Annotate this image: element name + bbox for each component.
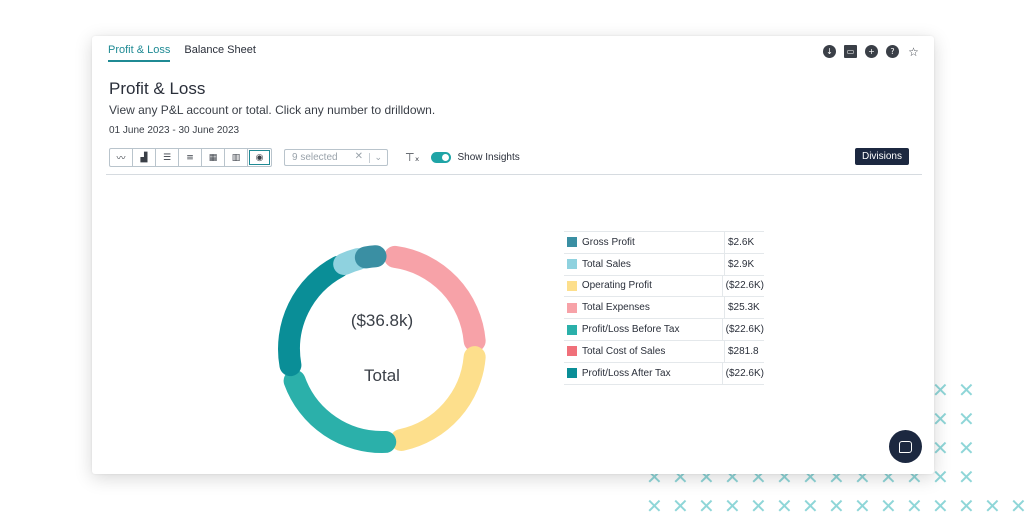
presentation-icon[interactable]: ▭ bbox=[844, 45, 857, 58]
series-select-value: 9 selected bbox=[292, 152, 338, 163]
legend-row[interactable]: Profit/Loss After Tax ($22.6K) bbox=[564, 362, 764, 385]
donut-slice-gross-profit[interactable] bbox=[354, 245, 387, 269]
decorative-x-mark: ✕ bbox=[932, 436, 949, 460]
clear-filter-icon[interactable]: ⊤ₓ bbox=[405, 151, 419, 164]
decorative-x-mark: ✕ bbox=[958, 378, 975, 402]
sorted-bar-icon[interactable]: ≡ bbox=[179, 149, 202, 166]
legend-label: Profit/Loss After Tax bbox=[581, 367, 671, 379]
donut-icon[interactable]: ◉ bbox=[248, 149, 271, 166]
decorative-x-mark: ✕ bbox=[828, 494, 845, 512]
legend-label: Total Expenses bbox=[582, 302, 650, 314]
decorative-x-mark: ✕ bbox=[880, 494, 897, 512]
decorative-x-mark: ✕ bbox=[776, 494, 793, 512]
decorative-x-mark: ✕ bbox=[984, 494, 1001, 512]
legend-value[interactable]: ($22.6K) bbox=[721, 319, 764, 340]
decorative-x-mark: ✕ bbox=[906, 494, 923, 512]
legend-value[interactable]: ($22.6K) bbox=[721, 362, 764, 384]
legend-value[interactable]: $2.6K bbox=[724, 232, 754, 253]
chart-legend: Gross Profit $2.6K Total Sales $2.9K Operati… bbox=[564, 231, 764, 385]
decorative-x-mark: ✕ bbox=[932, 378, 949, 402]
top-actions: ↓ ▭ + ? ☆ bbox=[823, 45, 920, 59]
add-circle-icon[interactable]: + bbox=[865, 45, 878, 58]
horizontal-bar-icon[interactable]: ☰ bbox=[156, 149, 179, 166]
decorative-x-mark: ✕ bbox=[958, 436, 975, 460]
page-subtitle: View any P&L account or total. Click any… bbox=[109, 103, 436, 117]
donut-slice-profit-loss-before-tax[interactable] bbox=[283, 369, 397, 453]
legend-swatch bbox=[567, 259, 577, 270]
help-icon[interactable]: ? bbox=[886, 45, 899, 58]
chart-type-buttons: 〰 ▟ ☰ ≡ ▦ ▥ ◉ bbox=[109, 148, 272, 167]
legend-swatch bbox=[567, 237, 577, 248]
date-range[interactable]: 01 June 2023 - 30 June 2023 bbox=[109, 125, 239, 136]
chart-toolbar: 〰 ▟ ☰ ≡ ▦ ▥ ◉ 9 selected ✕ ⌄ ⊤ₓ Show Ins… bbox=[109, 148, 520, 167]
clear-selection-icon[interactable]: ✕ bbox=[355, 151, 363, 162]
divisions-button[interactable]: Divisions bbox=[854, 148, 909, 165]
decorative-x-mark: ✕ bbox=[724, 494, 741, 512]
donut-center-value[interactable]: ($36.8k) bbox=[322, 311, 442, 331]
decorative-x-mark: ✕ bbox=[932, 465, 949, 489]
download-icon[interactable]: ↓ bbox=[823, 45, 836, 58]
legend-row[interactable]: Operating Profit ($22.6K) bbox=[564, 275, 764, 298]
legend-row[interactable]: Total Sales $2.9K bbox=[564, 253, 764, 276]
legend-label: Total Cost of Sales bbox=[582, 345, 666, 357]
decorative-x-mark: ✕ bbox=[932, 407, 949, 431]
legend-value[interactable]: ($22.6K) bbox=[721, 275, 764, 297]
bar-chart-icon[interactable]: ▟ bbox=[133, 149, 156, 166]
legend-value[interactable]: $25.3K bbox=[724, 297, 760, 319]
select-separator bbox=[369, 153, 370, 163]
donut-chart bbox=[278, 245, 486, 453]
decorative-x-mark: ✕ bbox=[854, 494, 871, 512]
page-title: Profit & Loss bbox=[109, 79, 206, 98]
legend-swatch bbox=[567, 368, 577, 379]
decorative-x-mark: ✕ bbox=[958, 465, 975, 489]
decorative-x-mark: ✕ bbox=[672, 494, 689, 512]
series-select[interactable]: 9 selected ✕ ⌄ bbox=[284, 149, 388, 166]
legend-swatch bbox=[567, 280, 577, 291]
star-icon[interactable]: ☆ bbox=[907, 45, 920, 59]
line-chart-icon[interactable]: 〰 bbox=[110, 149, 133, 166]
decorative-x-mark: ✕ bbox=[698, 494, 715, 512]
decorative-x-mark: ✕ bbox=[646, 494, 663, 512]
chat-launcher-button[interactable] bbox=[889, 430, 922, 463]
decorative-x-mark: ✕ bbox=[1010, 494, 1027, 512]
tab-balance-sheet[interactable]: Balance Sheet bbox=[184, 44, 256, 62]
legend-row[interactable]: Profit/Loss Before Tax ($22.6K) bbox=[564, 319, 764, 341]
chevron-down-icon[interactable]: ⌄ bbox=[374, 152, 382, 163]
legend-value[interactable]: $2.9K bbox=[724, 253, 754, 275]
legend-row[interactable]: Total Cost of Sales $281.8 bbox=[564, 340, 764, 363]
toolbar-divider bbox=[106, 174, 922, 175]
donut-center-label: Total bbox=[364, 366, 400, 385]
legend-label: Gross Profit bbox=[582, 236, 635, 248]
legend-label: Profit/Loss Before Tax bbox=[581, 324, 680, 336]
legend-row[interactable]: Total Expenses $25.3K bbox=[564, 297, 764, 320]
decorative-x-mark: ✕ bbox=[932, 494, 949, 512]
tab-profit-loss[interactable]: Profit & Loss bbox=[108, 44, 171, 62]
legend-label: Operating Profit bbox=[581, 280, 652, 292]
legend-swatch bbox=[567, 302, 577, 313]
grid-icon[interactable]: ▦ bbox=[202, 149, 225, 166]
chat-icon bbox=[899, 440, 912, 453]
legend-value[interactable]: $281.8 bbox=[724, 340, 759, 362]
show-insights-toggle[interactable] bbox=[431, 152, 452, 163]
legend-row[interactable]: Gross Profit $2.6K bbox=[564, 232, 764, 254]
legend-swatch bbox=[567, 346, 577, 357]
legend-swatch bbox=[567, 324, 577, 335]
table-icon[interactable]: ▥ bbox=[225, 149, 248, 166]
decorative-x-mark: ✕ bbox=[958, 494, 975, 512]
decorative-x-mark: ✕ bbox=[958, 407, 975, 431]
report-tabs: Profit & Loss Balance Sheet bbox=[108, 44, 256, 62]
show-insights-label: Show Insights bbox=[457, 152, 520, 163]
decorative-x-mark: ✕ bbox=[802, 494, 819, 512]
decorative-x-mark: ✕ bbox=[750, 494, 767, 512]
legend-label: Total Sales bbox=[582, 258, 631, 270]
report-card: Profit & Loss Balance Sheet ↓ ▭ + ? ☆ Pr… bbox=[92, 36, 934, 474]
